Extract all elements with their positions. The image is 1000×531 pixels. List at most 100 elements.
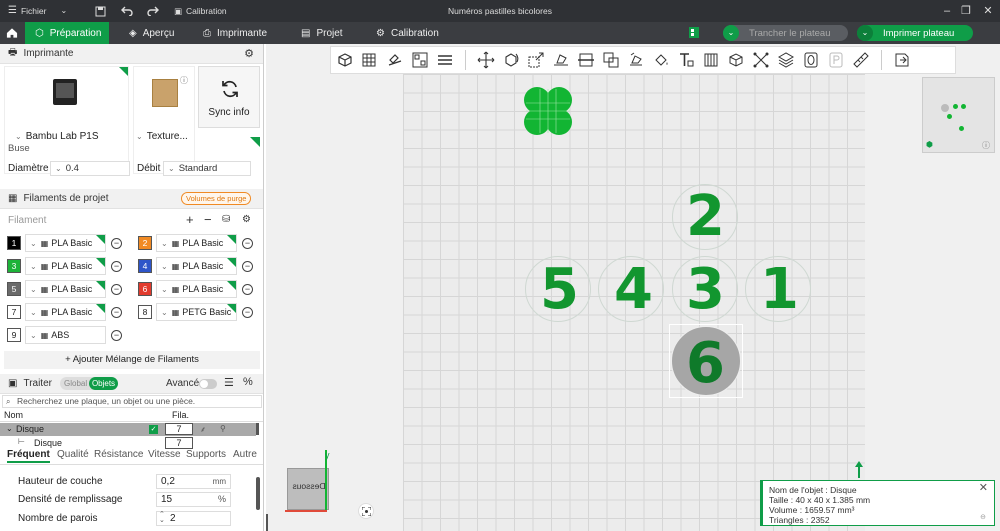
tab-quality[interactable]: Qualité bbox=[57, 449, 89, 463]
filament-type-select[interactable]: ⌄ ▦ PETG Basic bbox=[156, 303, 237, 321]
3d-viewport[interactable]: 2 5 4 3 1 6 ⬢ ⓘ Dessous y Nom de l'objet… bbox=[266, 44, 1000, 531]
boolean-icon[interactable] bbox=[600, 49, 622, 71]
scrollbar[interactable] bbox=[266, 514, 268, 531]
screenshot-button[interactable] bbox=[358, 503, 374, 519]
filament-color-swatch[interactable]: 9 bbox=[7, 328, 21, 342]
clover-object[interactable] bbox=[521, 84, 575, 138]
seam-paint-icon[interactable]: ⚲ bbox=[220, 424, 226, 433]
filament-color-swatch[interactable]: 7 bbox=[7, 305, 21, 319]
close-icon[interactable]: ✕ bbox=[979, 483, 988, 494]
sync-info-button[interactable]: Sync info bbox=[198, 66, 260, 128]
printer-card[interactable]: ⌄ Bambu Lab P1S bbox=[4, 66, 129, 174]
split-plates-icon[interactable] bbox=[434, 49, 456, 71]
home-button[interactable] bbox=[0, 22, 24, 44]
file-menu[interactable]: ☰ Fichier ⌄ bbox=[8, 0, 67, 22]
lay-on-face-icon[interactable] bbox=[550, 49, 572, 71]
flow-select[interactable]: ⌄ Standard bbox=[163, 161, 251, 176]
remove-filament-icon[interactable]: − bbox=[111, 307, 122, 318]
minimize-info-icon[interactable]: ⊖ bbox=[980, 513, 986, 523]
add-object-icon[interactable] bbox=[334, 49, 356, 71]
tab-preparation[interactable]: ⬡ Préparation bbox=[25, 22, 109, 44]
support-paint-icon[interactable] bbox=[625, 49, 647, 71]
slice-plate-button[interactable]: ⌄ Trancher le plateau bbox=[723, 25, 848, 41]
row-fila[interactable]: 7 bbox=[165, 437, 193, 449]
tab-supports[interactable]: Supports bbox=[186, 449, 226, 463]
table-row[interactable]: ⌄ Disque ✓ 7 ⸙ ⚲ bbox=[0, 423, 256, 436]
plate-thumbnail[interactable]: ⬢ ⓘ bbox=[922, 77, 995, 153]
move-icon[interactable] bbox=[475, 49, 497, 71]
redo-icon[interactable] bbox=[147, 0, 159, 22]
remove-filament-icon[interactable]: − bbox=[111, 261, 122, 272]
p-icon[interactable] bbox=[825, 49, 847, 71]
list-icon[interactable]: ☰ bbox=[224, 376, 234, 389]
wall-loops-stepper[interactable]: ⌃ ⌄ 2 bbox=[156, 511, 231, 526]
cut-icon[interactable] bbox=[575, 49, 597, 71]
add-plate-icon[interactable] bbox=[359, 49, 381, 71]
plate-select[interactable]: ⌄ Texture... bbox=[136, 131, 188, 142]
ruler-icon[interactable] bbox=[850, 49, 872, 71]
remove-filament-icon[interactable]: − bbox=[242, 261, 253, 272]
gear-icon[interactable]: ⚙ bbox=[244, 47, 254, 60]
add-filament-icon[interactable]: + bbox=[186, 212, 194, 227]
filament-color-swatch[interactable]: 4 bbox=[138, 259, 152, 273]
plate-card[interactable]: ⓘ ⌄ Texture... bbox=[133, 66, 195, 174]
minimize-icon[interactable]: – bbox=[937, 0, 957, 22]
tab-other[interactable]: Autre bbox=[233, 449, 257, 463]
scale-icon[interactable] bbox=[525, 49, 547, 71]
print-plate-button[interactable]: ⌄ Imprimer plateau bbox=[857, 25, 973, 41]
assembly-icon[interactable] bbox=[891, 49, 913, 71]
save-icon[interactable] bbox=[95, 0, 106, 22]
tab-project[interactable]: ▤ Projet bbox=[291, 22, 353, 44]
remove-filament-icon[interactable]: − bbox=[111, 284, 122, 295]
infill-density-input[interactable]: 15 % bbox=[156, 492, 231, 507]
tab-preview[interactable]: ◈ Aperçu bbox=[119, 22, 184, 44]
purge-volumes-badge[interactable]: Volumes de purge bbox=[181, 192, 252, 205]
remove-filament-icon[interactable]: − bbox=[111, 330, 122, 341]
filament-type-select[interactable]: ⌄ ▦ PLA Basic bbox=[25, 280, 106, 298]
support-paint-icon[interactable]: ⸙ bbox=[200, 424, 206, 435]
plate-cube-icon[interactable]: ⬢ bbox=[926, 140, 933, 149]
calibration-menu[interactable]: ▣ Calibration bbox=[174, 0, 227, 22]
scrollbar[interactable] bbox=[256, 477, 260, 510]
filament-type-select[interactable]: ⌄ ▦ PLA Basic bbox=[25, 257, 106, 275]
filament-color-swatch[interactable]: 6 bbox=[138, 282, 152, 296]
stepper-arrows-icon[interactable]: ⌃ ⌄ bbox=[159, 511, 165, 524]
arrange-icon[interactable] bbox=[409, 49, 431, 71]
gear-icon[interactable]: ⚙ bbox=[242, 214, 251, 225]
row-fila[interactable]: 7 bbox=[165, 423, 193, 435]
filament-type-select[interactable]: ⌄ ▦ PLA Basic bbox=[156, 234, 237, 252]
layer-height-input[interactable]: 0,2 mm bbox=[156, 474, 231, 489]
restore-icon[interactable]: ❐ bbox=[956, 0, 976, 22]
plate-manager-icon[interactable] bbox=[688, 26, 700, 42]
measure-bar-icon[interactable] bbox=[700, 49, 722, 71]
scrollbar[interactable] bbox=[256, 423, 259, 435]
printer-select[interactable]: ⌄ Bambu Lab P1S bbox=[15, 131, 99, 142]
tab-frequent[interactable]: Fréquent bbox=[7, 449, 50, 463]
auto-orient-icon[interactable] bbox=[384, 49, 406, 71]
filament-type-select[interactable]: ⌄ ▦ ABS bbox=[25, 326, 106, 344]
measure-icon[interactable] bbox=[750, 49, 772, 71]
filament-type-select[interactable]: ⌄ ▦ PLA Basic bbox=[25, 234, 106, 252]
tab-calibration[interactable]: ⚙ Calibration bbox=[366, 22, 449, 44]
tab-speed[interactable]: Vitesse bbox=[148, 449, 181, 463]
object-search-input[interactable]: ⌕ Recherchez une plaque, un objet ou une… bbox=[2, 395, 262, 408]
view-cube[interactable]: Dessous bbox=[287, 468, 329, 510]
remove-filament-icon[interactable]: − bbox=[204, 212, 212, 227]
color-paint-icon[interactable] bbox=[650, 49, 672, 71]
filament-color-swatch[interactable]: 2 bbox=[138, 236, 152, 250]
table-row[interactable]: ⊢ Disque 7 bbox=[0, 437, 256, 449]
filament-type-select[interactable]: ⌄ ▦ PLA Basic bbox=[156, 280, 237, 298]
filament-color-swatch[interactable]: 3 bbox=[7, 259, 21, 273]
remove-filament-icon[interactable]: − bbox=[242, 307, 253, 318]
zero-icon[interactable] bbox=[800, 49, 822, 71]
info-icon[interactable]: ⓘ bbox=[180, 75, 188, 86]
tab-strength[interactable]: Résistance bbox=[94, 449, 143, 463]
close-icon[interactable]: ✕ bbox=[978, 0, 998, 22]
diameter-select[interactable]: ⌄ 0.4 bbox=[50, 161, 130, 176]
global-objects-toggle[interactable]: Global Objets bbox=[60, 377, 118, 390]
checkbox-checked-icon[interactable]: ✓ bbox=[149, 425, 158, 434]
rotate-icon[interactable] bbox=[500, 49, 522, 71]
filament-color-swatch[interactable]: 5 bbox=[7, 282, 21, 296]
remove-filament-icon[interactable]: − bbox=[111, 238, 122, 249]
filament-color-swatch[interactable]: 1 bbox=[7, 236, 21, 250]
